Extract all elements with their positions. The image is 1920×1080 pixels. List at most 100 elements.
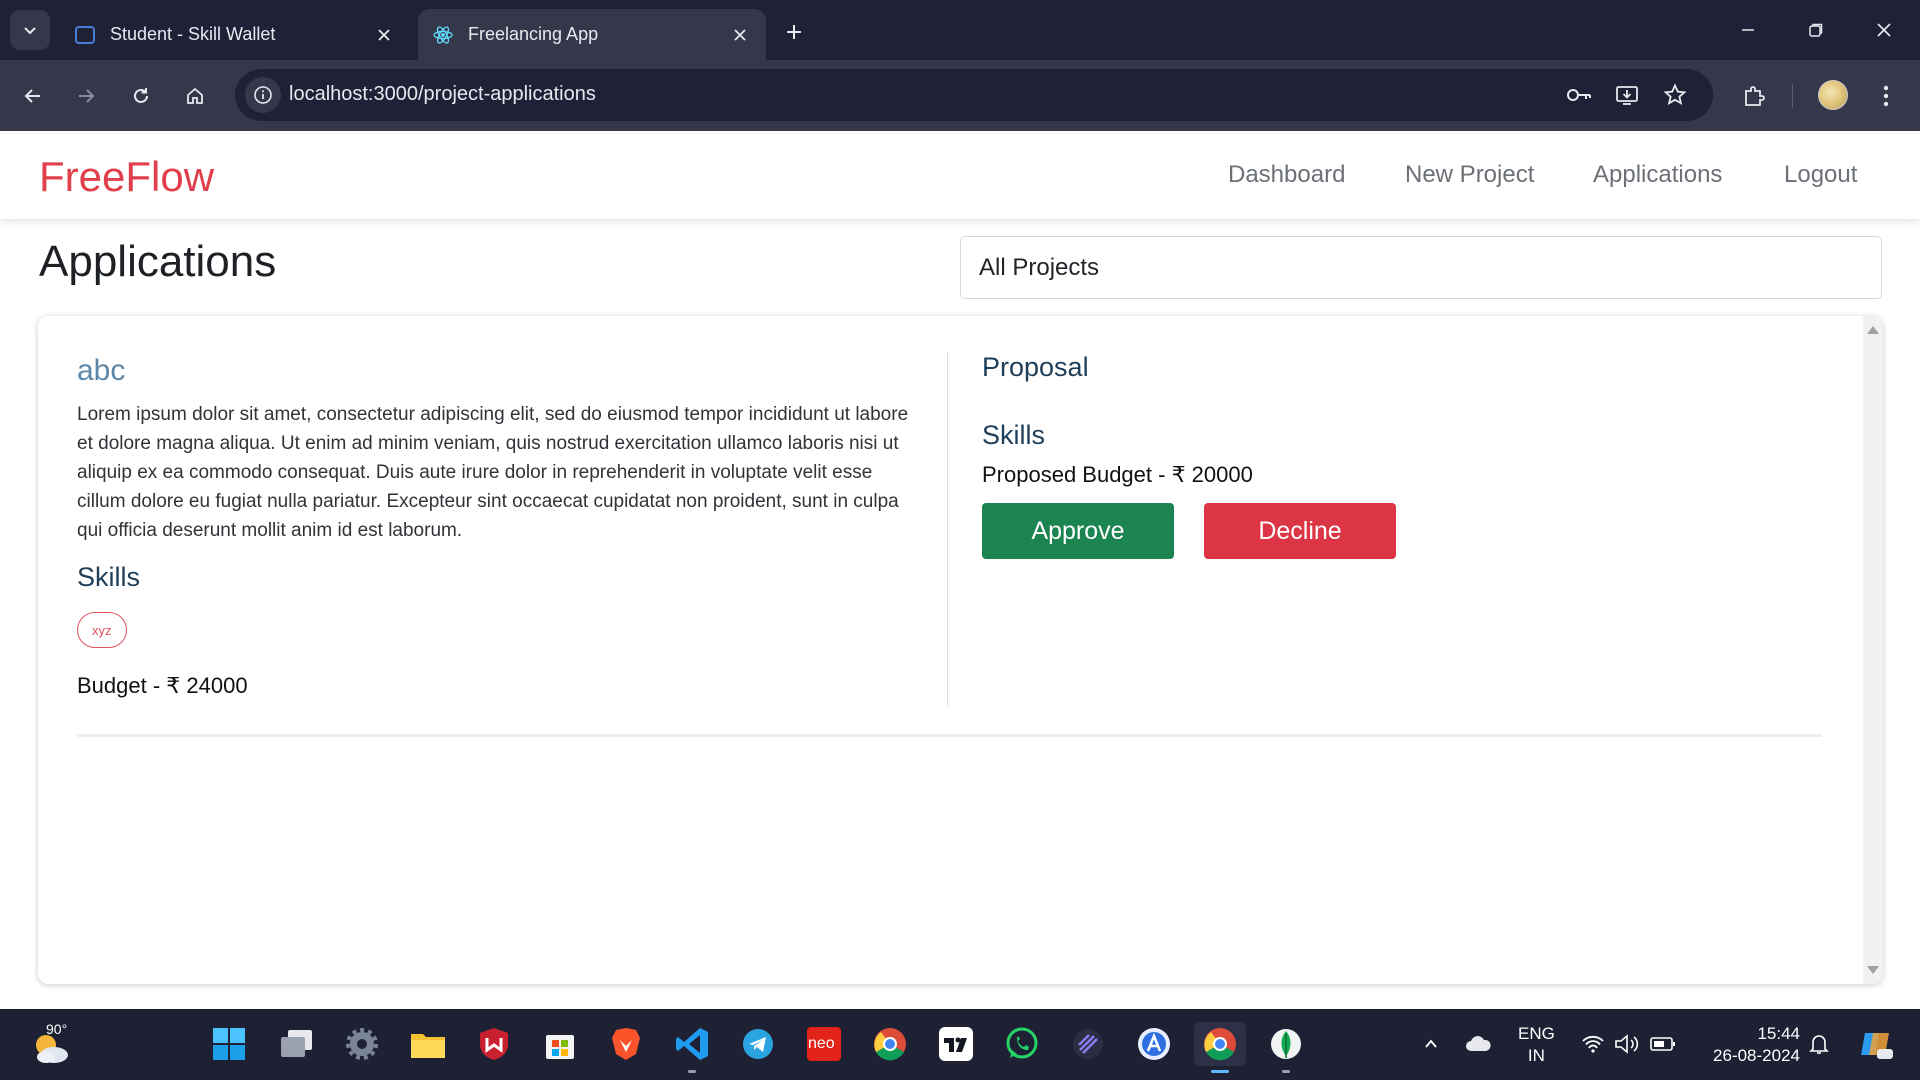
home-icon	[187, 87, 203, 104]
home-button[interactable]	[175, 76, 215, 116]
task-view-button[interactable]	[274, 1022, 318, 1066]
language-code: ENG	[1518, 1024, 1555, 1043]
show-hidden-icons-button[interactable]	[1416, 1029, 1446, 1059]
close-tab-icon[interactable]	[728, 23, 752, 47]
taskbar-microsoft-store[interactable]	[538, 1022, 582, 1066]
nav-link-logout[interactable]: Logout	[1784, 161, 1857, 189]
project-filter-select[interactable]: All Projects	[960, 236, 1882, 299]
start-button[interactable]	[207, 1022, 251, 1066]
react-favicon-icon	[432, 24, 454, 46]
install-app-button[interactable]	[1611, 79, 1643, 111]
app-navbar: FreeFlow Dashboard New Project Applicati…	[0, 131, 1920, 219]
address-bar[interactable]: localhost:3000/project-applications	[235, 69, 1713, 121]
nav-link-applications[interactable]: Applications	[1593, 161, 1722, 189]
password-key-button[interactable]	[1563, 79, 1595, 111]
brand-logo[interactable]: FreeFlow	[39, 153, 214, 201]
skill-wallet-favicon-icon	[74, 24, 96, 46]
minimize-icon	[1742, 29, 1754, 31]
proposal-heading: Proposal	[982, 352, 1089, 382]
taskbar-chrome-active[interactable]	[1194, 1022, 1246, 1073]
new-tab-button[interactable]	[776, 14, 812, 50]
system-clock[interactable]: 15:44 26-08-2024	[1700, 1023, 1800, 1067]
page-title: Applications	[39, 237, 277, 286]
taskbar-vscode[interactable]	[670, 1022, 714, 1073]
wifi-icon	[1582, 1035, 1604, 1053]
nav-link-new-project[interactable]: New Project	[1405, 161, 1534, 189]
card-scrollbar[interactable]	[1863, 316, 1883, 984]
close-window-button[interactable]	[1864, 12, 1904, 48]
approve-button[interactable]: Approve	[982, 503, 1174, 559]
chrome-icon	[874, 1028, 906, 1061]
chrome-icon	[1204, 1028, 1236, 1061]
url-text[interactable]: localhost:3000/project-applications	[289, 83, 596, 106]
windows-logo-icon	[213, 1028, 245, 1060]
taskbar-settings[interactable]	[340, 1022, 384, 1066]
back-button[interactable]	[13, 76, 53, 116]
running-indicator	[1282, 1070, 1290, 1073]
volume-button[interactable]	[1612, 1029, 1642, 1059]
tab-title: Freelancing App	[468, 24, 599, 44]
decline-button[interactable]: Decline	[1204, 503, 1396, 559]
taskbar-tradingview[interactable]	[934, 1022, 978, 1066]
copilot-button[interactable]	[1856, 1024, 1896, 1064]
brave-lion-icon	[612, 1028, 640, 1060]
page-content: FreeFlow Dashboard New Project Applicati…	[0, 131, 1920, 1009]
site-info-button[interactable]	[245, 77, 281, 113]
wifi-button[interactable]	[1578, 1029, 1608, 1059]
tradingview-icon	[939, 1027, 973, 1061]
forward-button[interactable]	[66, 76, 106, 116]
minimize-button[interactable]	[1728, 12, 1768, 48]
reload-icon	[134, 88, 148, 103]
taskbar-brave[interactable]	[604, 1022, 648, 1066]
nav-link-dashboard[interactable]: Dashboard	[1228, 161, 1345, 189]
browser-menu-button[interactable]	[1866, 76, 1906, 116]
running-indicator	[688, 1070, 696, 1073]
taskbar-file-explorer[interactable]	[406, 1022, 450, 1066]
column-divider	[947, 351, 948, 707]
folder-icon	[411, 1034, 445, 1058]
whatsapp-icon	[1006, 1027, 1038, 1059]
tab-freelancing-app[interactable]: Freelancing App	[418, 9, 766, 60]
neo-app-label: neo	[808, 1035, 835, 1052]
chevron-up-icon	[1425, 1039, 1437, 1048]
taskbar-neo[interactable]: neo	[802, 1022, 846, 1066]
taskbar-app-store-style[interactable]	[1132, 1022, 1176, 1066]
gear-icon	[346, 1028, 378, 1060]
application-divider	[77, 734, 1822, 737]
browser-tab-bar: Student - Skill Wallet Freelancing App	[0, 0, 1920, 60]
taskbar-chrome-alt[interactable]	[868, 1022, 912, 1066]
reload-button[interactable]	[121, 76, 161, 116]
tab-search-button[interactable]	[10, 10, 50, 50]
task-view-icon	[281, 1030, 312, 1057]
tab-title: Student - Skill Wallet	[110, 24, 276, 44]
scroll-down-arrow-icon[interactable]	[1867, 966, 1879, 974]
tab-skill-wallet[interactable]: Student - Skill Wallet	[60, 9, 410, 60]
taskbar-whatsapp[interactable]	[1000, 1022, 1044, 1066]
taskbar-linear[interactable]	[1066, 1022, 1110, 1066]
taskbar-mongodb-compass[interactable]	[1264, 1022, 1308, 1073]
toolbar-divider	[1792, 84, 1793, 108]
notifications-button[interactable]	[1804, 1029, 1834, 1059]
close-icon	[1877, 23, 1891, 37]
install-icon	[1616, 86, 1638, 105]
language-indicator[interactable]: ENG IN	[1518, 1023, 1555, 1067]
battery-button[interactable]	[1648, 1029, 1678, 1059]
telegram-icon	[743, 1029, 773, 1059]
extensions-button[interactable]	[1734, 76, 1774, 116]
project-title: abc	[77, 354, 126, 387]
arrow-left-icon	[24, 89, 40, 103]
linear-app-icon	[1073, 1029, 1103, 1059]
mcafee-shield-icon	[480, 1028, 508, 1060]
scroll-up-arrow-icon[interactable]	[1867, 326, 1879, 334]
onedrive-button[interactable]	[1463, 1029, 1493, 1059]
restore-button[interactable]	[1796, 12, 1836, 48]
application-card: abc Lorem ipsum dolor sit amet, consecte…	[38, 316, 1883, 984]
active-indicator	[1211, 1070, 1229, 1073]
close-tab-icon[interactable]	[372, 23, 396, 47]
taskbar-mcafee[interactable]	[472, 1022, 516, 1066]
bookmark-star-button[interactable]	[1659, 79, 1691, 111]
chevron-down-icon	[24, 27, 36, 35]
taskbar-telegram[interactable]	[736, 1022, 780, 1066]
windows-taskbar: 90° neo ENG IN 15:44 26-08-2024	[0, 1009, 1920, 1080]
profile-avatar[interactable]	[1818, 80, 1848, 110]
